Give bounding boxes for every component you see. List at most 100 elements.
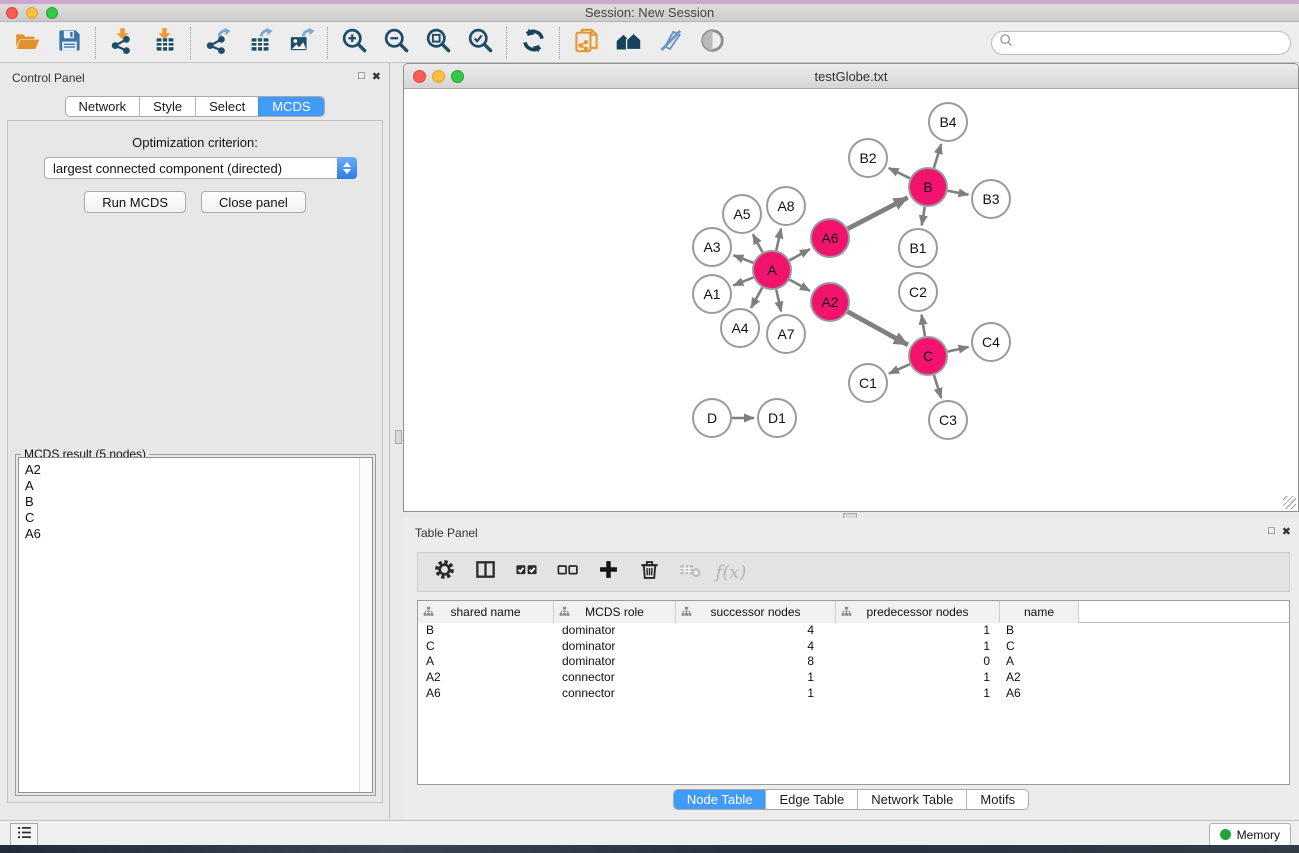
network-minimize-button[interactable]: [432, 70, 445, 83]
column-header-successor-nodes[interactable]: successor nodes: [676, 601, 836, 623]
graph-node-C4[interactable]: C4: [972, 323, 1010, 361]
first-neighbors-button[interactable]: [611, 26, 645, 60]
graph-node-C3[interactable]: C3: [929, 401, 967, 439]
graph-node-A3[interactable]: A3: [693, 228, 731, 266]
table-cell[interactable]: C: [418, 639, 554, 655]
graph-node-A2[interactable]: A2: [811, 283, 849, 321]
import-network-button[interactable]: [105, 26, 139, 60]
edge-A-A6[interactable]: [790, 249, 810, 260]
clone-network-button[interactable]: [569, 26, 603, 60]
table-cell[interactable]: B: [1000, 623, 1079, 639]
graph-node-D1[interactable]: D1: [758, 399, 796, 437]
table-row[interactable]: Adominator80A: [418, 654, 1289, 670]
graph-node-B[interactable]: B: [909, 168, 947, 206]
table-cell[interactable]: dominator: [554, 654, 676, 670]
graph-node-D[interactable]: D: [693, 399, 731, 437]
graph-node-B3[interactable]: B3: [972, 180, 1010, 218]
deselect-all-button[interactable]: [554, 559, 580, 585]
minimize-window-button[interactable]: [26, 7, 38, 19]
table-cell[interactable]: 1: [836, 670, 1000, 686]
table-settings-button[interactable]: [431, 559, 457, 585]
task-history-button[interactable]: [10, 823, 38, 847]
show-columns-button[interactable]: [472, 559, 498, 585]
export-table-button[interactable]: [242, 26, 276, 60]
column-header-MCDS-role[interactable]: MCDS role: [554, 601, 676, 623]
graph-node-B4[interactable]: B4: [929, 103, 967, 141]
close-panel-icon[interactable]: ✖: [372, 70, 381, 83]
hide-annotations-button[interactable]: [653, 26, 687, 60]
table-row[interactable]: Bdominator41B: [418, 623, 1289, 639]
memory-button[interactable]: Memory: [1209, 823, 1291, 846]
graph-node-A1[interactable]: A1: [693, 275, 731, 313]
import-table-button[interactable]: [147, 26, 181, 60]
graph-node-A7[interactable]: A7: [767, 315, 805, 353]
table-cell[interactable]: A6: [1000, 686, 1079, 702]
edge-C-C3[interactable]: [934, 375, 941, 398]
graph-node-A8[interactable]: A8: [767, 187, 805, 225]
table-row[interactable]: Cdominator41C: [418, 639, 1289, 655]
column-header-shared-name[interactable]: shared name: [418, 601, 554, 623]
zoom-in-button[interactable]: [337, 26, 371, 60]
table-cell[interactable]: C: [1000, 639, 1079, 655]
open-session-button[interactable]: [10, 26, 44, 60]
tab-motifs[interactable]: Motifs: [966, 790, 1028, 809]
table-row[interactable]: A6connector11A6: [418, 686, 1289, 702]
tab-node-table[interactable]: Node Table: [674, 790, 766, 809]
table-cell[interactable]: 0: [836, 654, 1000, 670]
zoom-fit-button[interactable]: [421, 26, 455, 60]
delete-row-button[interactable]: [636, 559, 662, 585]
float-panel-icon[interactable]: □: [358, 70, 365, 83]
column-header-predecessor-nodes[interactable]: predecessor nodes: [836, 601, 1000, 623]
tab-network-table[interactable]: Network Table: [857, 790, 966, 809]
network-close-button[interactable]: [413, 70, 426, 83]
network-canvas[interactable]: B4B2BB3A8A5A6A3B1AC2A1A2A4A7C4CC1C3DD1: [405, 89, 1297, 511]
table-cell[interactable]: 1: [676, 686, 836, 702]
tab-network[interactable]: Network: [65, 97, 139, 116]
maximize-window-button[interactable]: [46, 7, 58, 19]
table-cell[interactable]: 4: [676, 639, 836, 655]
edge-A-A5[interactable]: [753, 234, 763, 252]
table-cell[interactable]: dominator: [554, 639, 676, 655]
graph-node-B2[interactable]: B2: [849, 139, 887, 177]
network-maximize-button[interactable]: [451, 70, 464, 83]
tab-select[interactable]: Select: [195, 97, 258, 116]
network-view-titlebar[interactable]: testGlobe.txt: [404, 64, 1298, 89]
table-cell[interactable]: connector: [554, 670, 676, 686]
table-cell[interactable]: 8: [676, 654, 836, 670]
edge-A6-B[interactable]: [848, 198, 908, 229]
tab-edge-table[interactable]: Edge Table: [765, 790, 857, 809]
table-cell[interactable]: dominator: [554, 623, 676, 639]
edge-C-C2[interactable]: [922, 315, 925, 337]
table-cell[interactable]: A2: [418, 670, 554, 686]
graph-node-C1[interactable]: C1: [849, 364, 887, 402]
table-cell[interactable]: 1: [836, 623, 1000, 639]
edge-A-A3[interactable]: [733, 255, 753, 263]
mcds-result-textarea[interactable]: A2ABCA6: [18, 457, 373, 793]
edge-A-A4[interactable]: [751, 288, 762, 308]
table-cell[interactable]: 1: [836, 639, 1000, 655]
edge-B-B2[interactable]: [889, 168, 910, 178]
graph-node-A4[interactable]: A4: [721, 309, 759, 347]
table-cell[interactable]: A: [1000, 654, 1079, 670]
window-resize-grip[interactable]: [1283, 496, 1296, 509]
edge-B-B1[interactable]: [922, 207, 925, 226]
table-cell[interactable]: connector: [554, 686, 676, 702]
table-cell[interactable]: B: [418, 623, 554, 639]
edge-A-A7[interactable]: [776, 290, 781, 312]
edge-C-C1[interactable]: [889, 364, 910, 373]
save-session-button[interactable]: [52, 26, 86, 60]
export-image-button[interactable]: [284, 26, 318, 60]
bird-eye-view-button[interactable]: [695, 26, 729, 60]
graph-node-A5[interactable]: A5: [723, 195, 761, 233]
criterion-dropdown[interactable]: largest connected component (directed): [44, 157, 357, 179]
edge-B-B3[interactable]: [948, 191, 969, 195]
tab-mcds[interactable]: MCDS: [258, 97, 323, 116]
graph-node-C2[interactable]: C2: [899, 273, 937, 311]
add-row-button[interactable]: [595, 559, 621, 585]
zoom-out-button[interactable]: [379, 26, 413, 60]
vertical-splitter-handle[interactable]: [395, 430, 402, 444]
column-header-name[interactable]: name: [1000, 601, 1079, 623]
edge-A2-C[interactable]: [848, 312, 908, 345]
close-window-button[interactable]: [6, 7, 18, 19]
table-row[interactable]: A2connector11A2: [418, 670, 1289, 686]
